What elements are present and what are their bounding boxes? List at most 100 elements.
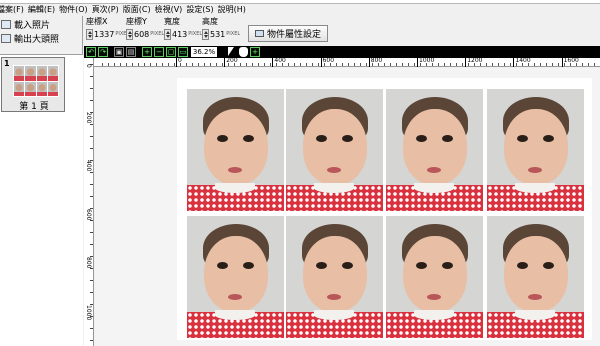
thumbnail-photo: [36, 66, 48, 81]
object-properties-button[interactable]: 物件屬性設定: [248, 25, 328, 42]
paste-icon[interactable]: ▤: [126, 47, 136, 57]
ruler-minor-tick: [480, 63, 481, 66]
ruler-minor-tick: [444, 63, 445, 66]
y-coordinate-value[interactable]: 608: [134, 30, 149, 39]
menu-object[interactable]: 物件(O): [59, 4, 94, 16]
ruler-minor-tick: [576, 63, 577, 66]
ruler-major-tick: [561, 58, 563, 67]
fit-page-icon[interactable]: ▢: [166, 47, 176, 57]
ruler-minor-tick: [90, 328, 93, 329]
passport-photo[interactable]: [187, 216, 284, 338]
menu-file[interactable]: 檔案(F): [0, 4, 30, 16]
passport-photo[interactable]: [286, 216, 383, 338]
menu-settings[interactable]: 設定(S): [186, 4, 219, 16]
ruler-minor-tick: [504, 63, 505, 66]
height-value[interactable]: 531: [210, 30, 225, 39]
folder-icon: [1, 19, 11, 29]
page-thumbnail[interactable]: 1 第 1 頁: [1, 57, 65, 112]
menu-help[interactable]: 說明(H): [218, 4, 252, 16]
ruler-minor-tick: [216, 63, 217, 66]
ruler-minor-tick: [456, 63, 457, 66]
y-coordinate-unit: PIXEL: [150, 31, 165, 37]
ruler-minor-tick: [402, 63, 403, 66]
properties-icon: [254, 30, 264, 37]
width-value[interactable]: 413: [172, 30, 187, 39]
width-spinner[interactable]: [164, 28, 171, 40]
passport-photo[interactable]: [386, 216, 483, 338]
ruler-minor-tick: [492, 63, 493, 66]
actual-size-icon[interactable]: ▭: [178, 47, 188, 57]
page-sheet: [177, 78, 592, 340]
ruler-minor-tick: [186, 63, 187, 66]
ruler-minor-tick: [90, 340, 93, 341]
ruler-label: 200: [85, 112, 92, 124]
ruler-minor-tick: [132, 63, 133, 66]
passport-photo[interactable]: [386, 89, 483, 211]
ruler-minor-tick: [378, 63, 379, 66]
ruler-minor-tick: [150, 63, 151, 66]
ruler-minor-tick: [222, 63, 223, 66]
photo-collar: [515, 310, 555, 320]
zoom-in-icon[interactable]: +: [142, 47, 152, 57]
export-photo-button[interactable]: 輸出大頭照: [0, 32, 82, 45]
undo-icon[interactable]: ↶: [86, 47, 96, 57]
ruler-minor-tick: [126, 63, 127, 66]
load-photo-button[interactable]: 載入照片: [0, 18, 82, 31]
menu-layout[interactable]: 版面(C): [123, 4, 157, 16]
object-properties-label: 物件屬性設定: [266, 30, 321, 40]
passport-photo[interactable]: [487, 216, 584, 338]
menu-bar: 檔案(F) 編輯(E) 物件(O) 頁次(P) 版面(C) 檢視(V) 設定(S…: [0, 4, 600, 16]
export-photo-label: 輸出大頭照: [14, 34, 60, 45]
height-label: 高度: [202, 17, 218, 26]
left-panel: 載入照片 輸出大頭照 1 第 1 頁: [0, 16, 83, 346]
passport-photo[interactable]: [487, 89, 584, 211]
passport-photo[interactable]: [286, 89, 383, 211]
thumbnail-photo: [36, 81, 48, 96]
copy-icon[interactable]: ▣: [114, 47, 124, 57]
x-coordinate-label: 座標X: [86, 17, 108, 26]
menu-page[interactable]: 頁次(P): [92, 4, 125, 16]
ruler-minor-tick: [390, 63, 391, 66]
menu-view[interactable]: 檢視(V): [155, 4, 189, 16]
zoom-level[interactable]: 36.2%: [191, 47, 217, 57]
select-tool-icon[interactable]: [227, 47, 236, 57]
printer-icon: [1, 33, 11, 43]
y-coordinate-spinner[interactable]: [126, 28, 133, 40]
photo-eye: [316, 262, 327, 269]
photo-eye: [342, 262, 353, 269]
redo-icon[interactable]: ↷: [98, 47, 108, 57]
thumbnail-photo: [25, 81, 36, 96]
photo-eye: [517, 262, 528, 269]
ruler-major-tick: [368, 58, 370, 67]
ruler-minor-tick: [432, 63, 433, 66]
menu-edit[interactable]: 編輯(E): [28, 4, 61, 16]
ruler-minor-tick: [288, 63, 289, 66]
page-canvas[interactable]: [95, 68, 600, 346]
ruler-minor-tick: [90, 124, 93, 125]
ruler-minor-tick: [90, 160, 93, 161]
ruler-minor-tick: [306, 63, 307, 66]
height-spinner[interactable]: [202, 28, 209, 40]
ruler-minor-tick: [90, 112, 93, 113]
photo-collar: [314, 310, 354, 320]
thumbnail-photo: [47, 81, 59, 96]
page-thumbnail-list: 1 第 1 頁: [0, 54, 83, 346]
ruler-minor-tick: [90, 88, 93, 89]
hand-tool-icon[interactable]: [239, 47, 248, 57]
ruler-minor-tick: [468, 63, 469, 66]
ruler-minor-tick: [426, 63, 427, 66]
x-coordinate-spinner[interactable]: [86, 28, 93, 40]
photo-mouth: [528, 294, 542, 300]
ruler-major-tick: [417, 58, 418, 67]
photo-collar: [414, 310, 454, 320]
ruler-minor-tick: [90, 196, 93, 197]
height-group: 高度 531 PIXEL: [202, 17, 240, 40]
photo-face: [303, 109, 367, 185]
zoom-out-icon[interactable]: −: [154, 47, 164, 57]
passport-photo[interactable]: [187, 89, 284, 211]
add-object-icon[interactable]: +: [250, 47, 260, 57]
ruler-label: 600: [85, 208, 92, 221]
x-coordinate-value[interactable]: 1337: [94, 30, 114, 39]
ruler-minor-tick: [234, 63, 235, 66]
photo-face: [504, 236, 568, 312]
